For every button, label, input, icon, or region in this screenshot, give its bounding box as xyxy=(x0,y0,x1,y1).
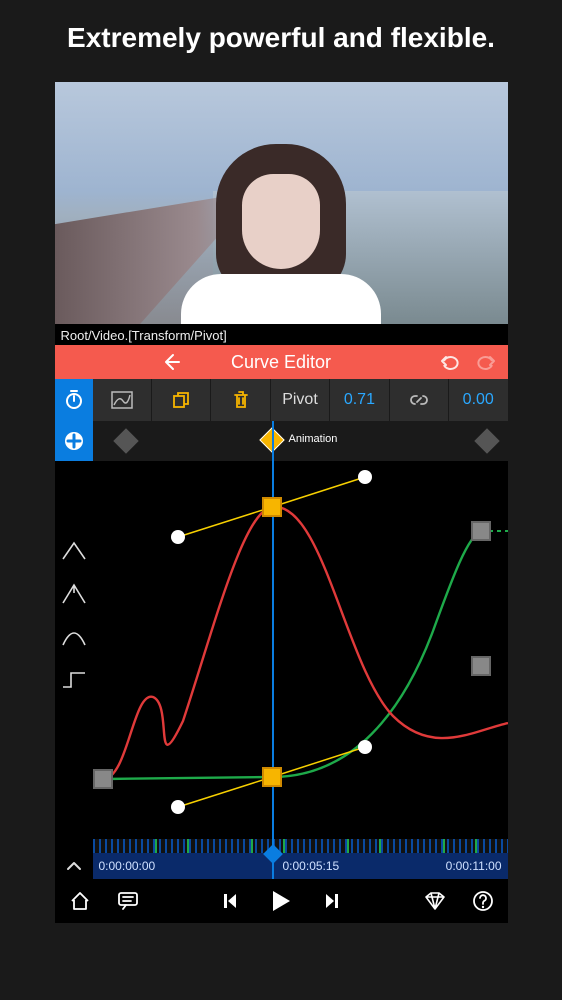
home-button[interactable] xyxy=(69,890,91,912)
premium-button[interactable] xyxy=(424,891,446,911)
step-forward-button[interactable] xyxy=(322,892,340,910)
handle-top-left[interactable] xyxy=(171,530,185,544)
delete-button[interactable] xyxy=(211,379,270,421)
ease-step-button[interactable] xyxy=(61,669,87,689)
page-headline: Extremely powerful and flexible. xyxy=(0,0,562,82)
ease-linear-button[interactable] xyxy=(61,541,87,561)
timeline-marks[interactable] xyxy=(93,839,508,853)
playhead-line-top xyxy=(272,421,274,461)
graph-panel: Animation xyxy=(93,421,508,853)
timecode-row[interactable]: 0:00:00:00 0:00:05:15 0:00:11:00 xyxy=(55,853,508,879)
ease-peak-button[interactable] xyxy=(61,583,87,605)
titlebar-title: Curve Editor xyxy=(231,352,331,373)
titlebar: Curve Editor xyxy=(55,345,508,379)
anchor-right-top[interactable] xyxy=(471,521,491,541)
curve-graph[interactable] xyxy=(93,461,508,839)
param-name: Pivot xyxy=(271,379,330,421)
add-keyframe-button[interactable] xyxy=(55,421,93,461)
link-xy-button[interactable] xyxy=(390,379,449,421)
timecode-end: 0:00:11:00 xyxy=(446,859,502,873)
mode-timer-button[interactable] xyxy=(55,379,93,421)
redo-button[interactable] xyxy=(474,353,496,371)
video-preview[interactable] xyxy=(55,82,508,324)
comment-button[interactable] xyxy=(117,891,139,911)
toolbar: Pivot 0.71 0.00 xyxy=(55,379,508,421)
preview-person xyxy=(181,144,381,324)
expand-timeline-button[interactable] xyxy=(55,853,93,879)
ease-smooth-button[interactable] xyxy=(61,627,87,647)
step-back-button[interactable] xyxy=(222,892,240,910)
play-button[interactable] xyxy=(270,889,292,913)
breadcrumb[interactable]: Root/Video.[Transform/Pivot] xyxy=(55,324,508,345)
anchor-right-mid[interactable] xyxy=(471,656,491,676)
keyframe-prev[interactable] xyxy=(113,428,138,453)
graph-type-button[interactable] xyxy=(93,379,152,421)
keyframe-next[interactable] xyxy=(474,428,499,453)
left-panel xyxy=(55,421,93,853)
param-value-x[interactable]: 0.71 xyxy=(330,379,389,421)
app-frame: Root/Video.[Transform/Pivot] Curve Edito… xyxy=(55,82,508,923)
handle-bottom-right[interactable] xyxy=(358,740,372,754)
anchor-top[interactable] xyxy=(262,497,282,517)
anchor-left-bottom[interactable] xyxy=(93,769,113,789)
handle-bottom-left[interactable] xyxy=(171,800,185,814)
keyframe-track[interactable]: Animation xyxy=(93,421,508,461)
help-button[interactable] xyxy=(472,890,494,912)
copy-button[interactable] xyxy=(152,379,211,421)
handle-top-right[interactable] xyxy=(358,470,372,484)
back-button[interactable] xyxy=(161,352,181,372)
param-value-y[interactable]: 0.00 xyxy=(449,379,507,421)
keyframe-label: Animation xyxy=(289,433,338,445)
timecode-start: 0:00:00:00 xyxy=(99,859,156,873)
undo-button[interactable] xyxy=(440,353,462,371)
timecode-mid: 0:00:05:15 xyxy=(283,859,340,873)
bottom-nav xyxy=(55,879,508,923)
anchor-bottom[interactable] xyxy=(262,767,282,787)
editor-main: Animation xyxy=(55,421,508,853)
